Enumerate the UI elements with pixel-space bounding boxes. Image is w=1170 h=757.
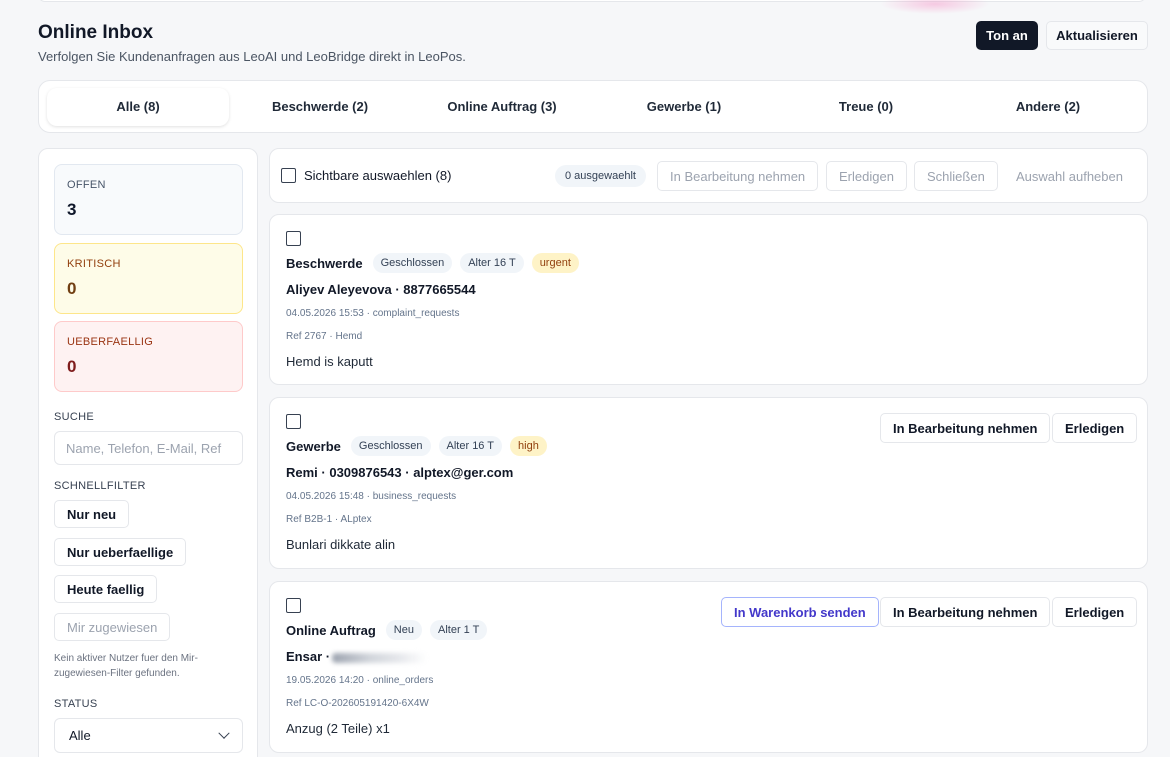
stat-value: 0 <box>67 357 77 376</box>
card-meta: 04.05.2026 15:53 · complaint_requests <box>286 308 460 319</box>
search-label: SUCHE <box>54 411 95 423</box>
customer-name: Remi · 0309876543 · alptex@ger.com <box>286 465 514 480</box>
priority-badge: urgent <box>531 253 579 273</box>
card-meta: 04.05.2026 15:48 · business_requests <box>286 491 457 502</box>
status-select[interactable]: Alle <box>54 718 243 753</box>
status-badge: Geschlossen <box>372 253 453 273</box>
status-label: STATUS <box>54 698 98 710</box>
stat-value: 0 <box>67 279 77 298</box>
card-message: Hemd is kaputt <box>286 354 373 369</box>
status-select-value: Alle <box>69 728 91 743</box>
customer-name: Ensar · <box>286 649 331 664</box>
stat-label: OFFEN <box>67 179 106 191</box>
customer-name: Aliyev Aleyevova · 8877665544 <box>286 282 476 297</box>
card-checkbox[interactable] <box>286 598 301 613</box>
card-type: Beschwerde <box>286 255 363 271</box>
inbox-card: In Bearbeitung nehmen Erledigen Gewerbe … <box>269 397 1148 569</box>
take-over-button[interactable]: In Bearbeitung nehmen <box>880 413 1051 443</box>
age-badge: Alter 16 T <box>460 253 524 273</box>
stat-label: UEBERFAELLIG <box>67 336 154 348</box>
decorative-glow <box>880 0 990 14</box>
card-meta: 19.05.2026 14:20 · online_orders <box>286 675 434 686</box>
category-tabs: Alle (8) Beschwerde (2) Online Auftrag (… <box>38 80 1148 133</box>
bulk-close-button[interactable]: Schließen <box>914 161 998 191</box>
refresh-button[interactable]: Aktualisieren <box>1046 21 1148 50</box>
done-button[interactable]: Erledigen <box>1052 413 1138 443</box>
select-all-checkbox[interactable] <box>281 168 296 183</box>
card-type: Online Auftrag <box>286 622 376 638</box>
inbox-card: Beschwerde Geschlossen Alter 16 T urgent… <box>269 214 1148 385</box>
bulk-action-bar: Sichtbare auswaehlen (8) 0 ausgewaehlt I… <box>269 148 1148 203</box>
card-checkbox[interactable] <box>286 231 301 246</box>
filter-only-new-button[interactable]: Nur neu <box>54 500 130 528</box>
card-message: Bunlari dikkate alin <box>286 537 396 552</box>
stat-card-offen[interactable]: OFFEN 3 <box>54 164 243 235</box>
card-message: Anzug (2 Teile) x1 <box>286 721 390 736</box>
tab-online-auftrag[interactable]: Online Auftrag (3) <box>411 88 593 126</box>
card-type: Gewerbe <box>286 438 341 454</box>
age-badge: Alter 16 T <box>438 436 503 456</box>
filter-assigned-to-me-button[interactable]: Mir zugewiesen <box>54 613 171 641</box>
filter-due-today-button[interactable]: Heute faellig <box>54 575 158 603</box>
card-ref: Ref 2767 · Hemd <box>286 331 363 342</box>
redacted-contact <box>332 652 428 663</box>
chevron-down-icon <box>218 727 230 739</box>
card-ref: Ref B2B-1 · ALptex <box>286 514 372 525</box>
stat-value: 3 <box>67 200 77 219</box>
stat-card-ueberfaellig[interactable]: UEBERFAELLIG 0 <box>54 321 243 392</box>
filter-sidebar: OFFEN 3 KRITISCH 0 UEBERFAELLIG 0 SUCHE … <box>38 148 258 757</box>
selected-count-badge: 0 ausgewaehlt <box>555 165 646 187</box>
card-header: Beschwerde Geschlossen Alter 16 T urgent <box>286 253 579 273</box>
page-title: Online Inbox <box>38 22 154 43</box>
inbox-card: In Warenkorb senden In Bearbeitung nehme… <box>269 581 1148 753</box>
bulk-done-button[interactable]: Erledigen <box>826 161 907 191</box>
assigned-filter-hint: Kein aktiver Nutzer fuer den Mir-zugewie… <box>54 653 198 679</box>
customer-name-row: Ensar · <box>286 649 428 664</box>
priority-badge: high <box>510 436 547 456</box>
page-subtitle: Verfolgen Sie Kundenanfragen aus LeoAI u… <box>38 49 466 64</box>
age-badge: Alter 1 T <box>429 620 488 640</box>
tab-andere[interactable]: Andere (2) <box>957 88 1139 126</box>
tab-alle[interactable]: Alle (8) <box>47 87 229 126</box>
card-header: Online Auftrag Neu Alter 1 T <box>286 620 488 640</box>
sound-on-button[interactable]: Ton an <box>976 21 1038 50</box>
done-button[interactable]: Erledigen <box>1052 597 1138 627</box>
card-header: Gewerbe Geschlossen Alter 16 T high <box>286 436 547 456</box>
card-ref: Ref LC-O-202605191420-6X4W <box>286 698 429 709</box>
tab-beschwerde[interactable]: Beschwerde (2) <box>229 88 411 126</box>
filter-only-overdue-button[interactable]: Nur ueberfaellige <box>54 538 187 566</box>
search-input[interactable] <box>54 431 243 465</box>
tab-gewerbe[interactable]: Gewerbe (1) <box>593 88 775 126</box>
take-over-button[interactable]: In Bearbeitung nehmen <box>880 597 1051 627</box>
tab-treue[interactable]: Treue (0) <box>775 88 957 126</box>
select-visible-label[interactable]: Sichtbare auswaehlen (8) <box>304 168 451 183</box>
status-badge: Neu <box>385 620 422 640</box>
status-badge: Geschlossen <box>350 436 431 456</box>
clear-selection-button[interactable]: Auswahl aufheben <box>1003 161 1136 191</box>
card-checkbox[interactable] <box>286 414 301 429</box>
send-to-cart-button[interactable]: In Warenkorb senden <box>721 597 879 627</box>
stat-card-kritisch[interactable]: KRITISCH 0 <box>54 243 243 314</box>
quickfilter-label: SCHNELLFILTER <box>54 480 146 492</box>
stat-label: KRITISCH <box>67 258 121 270</box>
bulk-take-over-button[interactable]: In Bearbeitung nehmen <box>657 161 819 191</box>
